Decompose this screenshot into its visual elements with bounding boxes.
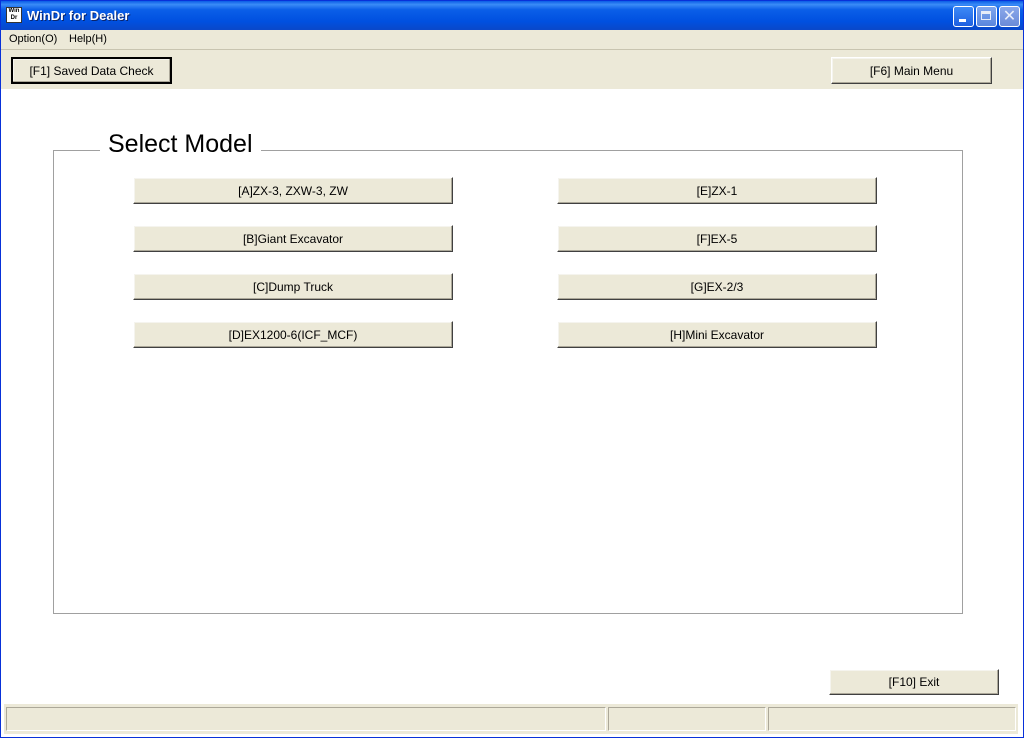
- model-button-c[interactable]: [C]Dump Truck: [133, 273, 453, 300]
- saved-data-check-button[interactable]: [F1] Saved Data Check: [11, 57, 172, 84]
- model-button-e[interactable]: [E]ZX-1: [557, 177, 877, 204]
- model-button-a[interactable]: [A]ZX-3, ZXW-3, ZW: [133, 177, 453, 204]
- close-icon: ✕: [1002, 8, 1017, 25]
- model-button-d[interactable]: [D]EX1200-6(ICF_MCF): [133, 321, 453, 348]
- status-pane-3: [768, 707, 1016, 731]
- group-title: Select Model: [100, 130, 261, 159]
- title-bar[interactable]: Win Dr WinDr for Dealer ✕: [1, 1, 1023, 30]
- status-bar: [4, 704, 1018, 734]
- app-icon: Win Dr: [6, 7, 22, 23]
- window-title: WinDr for Dealer: [27, 8, 130, 23]
- model-button-h[interactable]: [H]Mini Excavator: [557, 321, 877, 348]
- select-model-group: [53, 150, 963, 614]
- menu-help[interactable]: Help(H): [69, 33, 107, 45]
- close-button[interactable]: ✕: [999, 6, 1020, 27]
- exit-button[interactable]: [F10] Exit: [829, 669, 999, 695]
- toolbar: [F1] Saved Data Check [F6] Main Menu: [1, 50, 1023, 89]
- main-menu-button[interactable]: [F6] Main Menu: [831, 57, 992, 84]
- status-pane-1: [6, 707, 606, 731]
- status-pane-2: [608, 707, 766, 731]
- model-button-b[interactable]: [B]Giant Excavator: [133, 225, 453, 252]
- maximize-button[interactable]: [976, 6, 997, 27]
- menu-option[interactable]: Option(O): [9, 33, 57, 45]
- model-button-g[interactable]: [G]EX-2/3: [557, 273, 877, 300]
- minimize-button[interactable]: [953, 6, 974, 27]
- menu-bar: Option(O) Help(H): [1, 30, 1023, 50]
- model-button-f[interactable]: [F]EX-5: [557, 225, 877, 252]
